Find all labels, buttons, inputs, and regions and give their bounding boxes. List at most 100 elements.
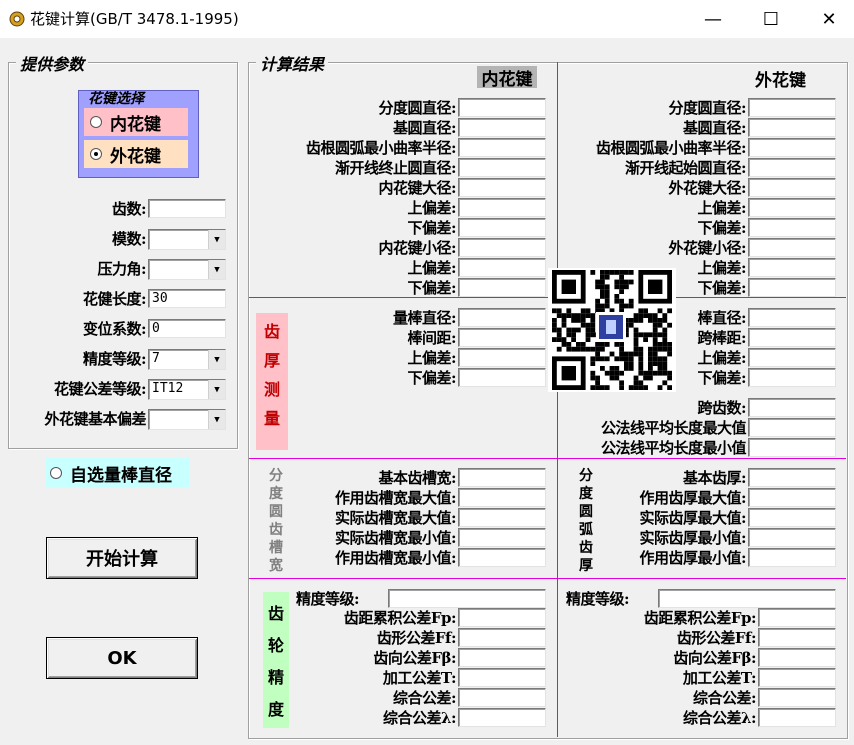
outer-precision-grade-output[interactable] <box>658 589 836 608</box>
slot-inner-0-label: 基本齿槽宽: <box>378 469 456 487</box>
prec-inner-5-label: 综合公差λ: <box>382 709 457 727</box>
app-icon <box>8 10 26 28</box>
outer-result-8-output[interactable] <box>748 258 836 277</box>
inner-result-6-label: 下偏差: <box>407 219 456 237</box>
outer-result-2-label: 齿根圆弧最小曲率半径: <box>595 139 747 157</box>
prec-inner-2-label: 齿向公差Fβ: <box>373 649 456 667</box>
maximize-button[interactable]: ☐ <box>742 0 800 38</box>
prec-outer-3-label: 加工公差T: <box>682 669 757 687</box>
spline-select-legend: 花键选择 <box>88 91 144 107</box>
outer-result-5-output[interactable] <box>748 198 836 217</box>
inner-radio-label: 内花键 <box>110 114 161 135</box>
section-divider-2 <box>249 458 846 459</box>
outer-radio-circle[interactable] <box>90 148 102 160</box>
prec-outer-2-output[interactable] <box>758 648 836 667</box>
outer-result-1-output[interactable] <box>748 118 836 137</box>
custom-rod-radio-circle[interactable] <box>50 467 62 479</box>
inner-result-0-label: 分度圆直径: <box>378 99 456 117</box>
inner-result-8-label: 上偏差: <box>407 259 456 277</box>
span-0-label: 跨齿数: <box>697 399 746 417</box>
outer-result-4-label: 外花键大径: <box>668 179 746 197</box>
prec-outer-0-label: 齿距累积公差Fp: <box>643 609 757 627</box>
spline-length-label: 花健长度: <box>82 290 147 308</box>
shift-coef-label: 变位系数: <box>82 320 147 338</box>
slot-outer-0-label: 基本齿厚: <box>682 469 747 487</box>
outer-result-3-label: 渐开线起始圆直径: <box>624 159 747 177</box>
span-0-output[interactable] <box>748 398 836 417</box>
outer-result-1-label: 基圆直径: <box>682 119 747 137</box>
outer-result-3-output[interactable] <box>748 158 836 177</box>
inner-result-5-label: 上偏差: <box>407 199 456 217</box>
prec-outer-2-label: 齿向公差Fβ: <box>673 649 756 667</box>
prec-outer-3-output[interactable] <box>758 668 836 687</box>
outer-result-6-label: 下偏差: <box>697 219 746 237</box>
outer-result-2-output[interactable] <box>748 138 836 157</box>
slot-outer-3-label: 实际齿厚最小值: <box>639 529 746 547</box>
slot-outer-2-label: 实际齿厚最大值: <box>639 509 746 527</box>
section-divider-3 <box>249 578 846 579</box>
rod-outer-1-output[interactable] <box>748 328 836 347</box>
rod-inner-2-label: 上偏差: <box>407 349 456 367</box>
outer-result-5-label: 上偏差: <box>697 199 746 217</box>
prec-outer-1-label: 齿形公差Ff: <box>676 629 757 647</box>
slot-outer-4-label: 作用齿厚最小值: <box>639 549 746 567</box>
prec-inner-4-label: 综合公差: <box>392 689 457 707</box>
inner-result-7-label: 内花键小径: <box>378 239 456 257</box>
module-label: 模数: <box>111 230 147 248</box>
tolerance-grade-label: 花键公差等级: <box>53 380 147 398</box>
inner-precision-grade-output[interactable] <box>388 589 546 608</box>
slot-outer-1-label: 作用齿厚最大值: <box>639 489 746 507</box>
rod-outer-3-output[interactable] <box>748 368 836 387</box>
inner-result-4-label: 内花键大径: <box>378 179 456 197</box>
rod-inner-0-label: 量棒直径: <box>392 309 457 327</box>
slot-outer-0-output[interactable] <box>748 468 836 487</box>
prec-inner-1-label: 齿形公差Ff: <box>376 629 457 647</box>
outer-result-9-output[interactable] <box>748 278 836 297</box>
span-2-output[interactable] <box>748 438 836 457</box>
rod-outer-2-output[interactable] <box>748 348 836 367</box>
inner-spline-header: 内花键 <box>477 66 537 90</box>
slot-inner-4-label: 作用齿槽宽最小值: <box>334 549 457 567</box>
basic-deviation-label: 外花键基本偏差 <box>44 410 146 428</box>
inner-result-1-label: 基圆直径: <box>392 119 457 137</box>
prec-outer-1-output[interactable] <box>758 628 836 647</box>
prec-inner-3-label: 加工公差T: <box>382 669 457 687</box>
minimize-button[interactable]: — <box>684 0 742 38</box>
close-button[interactable]: ✕ <box>800 0 854 38</box>
span-2-label: 公法线平均长度最小值 <box>600 439 747 457</box>
precision-grade-label: 精度等级: <box>82 350 147 368</box>
rod-outer-0-output[interactable] <box>748 308 836 327</box>
slot-inner-3-label: 实际齿槽宽最小值: <box>334 529 457 547</box>
inner-result-9-label: 下偏差: <box>407 279 456 297</box>
chevron-down-icon[interactable]: ▼ <box>208 410 225 429</box>
outer-precision-grade-label: 精度等级: <box>566 590 630 608</box>
slot-outer-4-output[interactable] <box>748 548 836 567</box>
window-title: 花键计算(GB/T 3478.1-1995) <box>30 10 239 28</box>
slot-outer-1-output[interactable] <box>748 488 836 507</box>
inner-radio-circle[interactable] <box>90 116 102 128</box>
inner-result-2-label: 齿根圆弧最小曲率半径: <box>305 139 457 157</box>
prec-outer-4-output[interactable] <box>758 688 836 707</box>
pressure-angle-label: 压力角: <box>97 260 146 278</box>
basic-deviation-combo[interactable]: ▼ <box>148 409 226 430</box>
title-bar: 花键计算(GB/T 3478.1-1995) — ☐ ✕ <box>0 0 854 38</box>
inner-result-3-label: 渐开线终止圆直径: <box>334 159 457 177</box>
prec-outer-4-label: 综合公差: <box>692 689 757 707</box>
outer-result-7-label: 外花键小径: <box>668 239 746 257</box>
slot-inner-1-label: 作用齿槽宽最大值: <box>334 489 457 507</box>
outer-result-7-output[interactable] <box>748 238 836 257</box>
outer-result-6-output[interactable] <box>748 218 836 237</box>
qr-code-image <box>548 268 676 392</box>
span-1-output[interactable] <box>748 418 836 437</box>
rod-inner-3-label: 下偏差: <box>407 369 456 387</box>
slot-outer-3-output[interactable] <box>748 528 836 547</box>
prec-outer-5-output[interactable] <box>758 708 836 727</box>
outer-result-4-output[interactable] <box>748 178 836 197</box>
outer-result-0-output[interactable] <box>748 98 836 117</box>
teeth-label: 齿数: <box>111 200 147 218</box>
prec-outer-0-output[interactable] <box>758 608 836 627</box>
results-legend: 计算结果 <box>256 51 329 75</box>
params-legend: 提供参数 <box>16 51 89 75</box>
prec-inner-0-label: 齿距累积公差Fp: <box>343 609 457 627</box>
slot-outer-2-output[interactable] <box>748 508 836 527</box>
